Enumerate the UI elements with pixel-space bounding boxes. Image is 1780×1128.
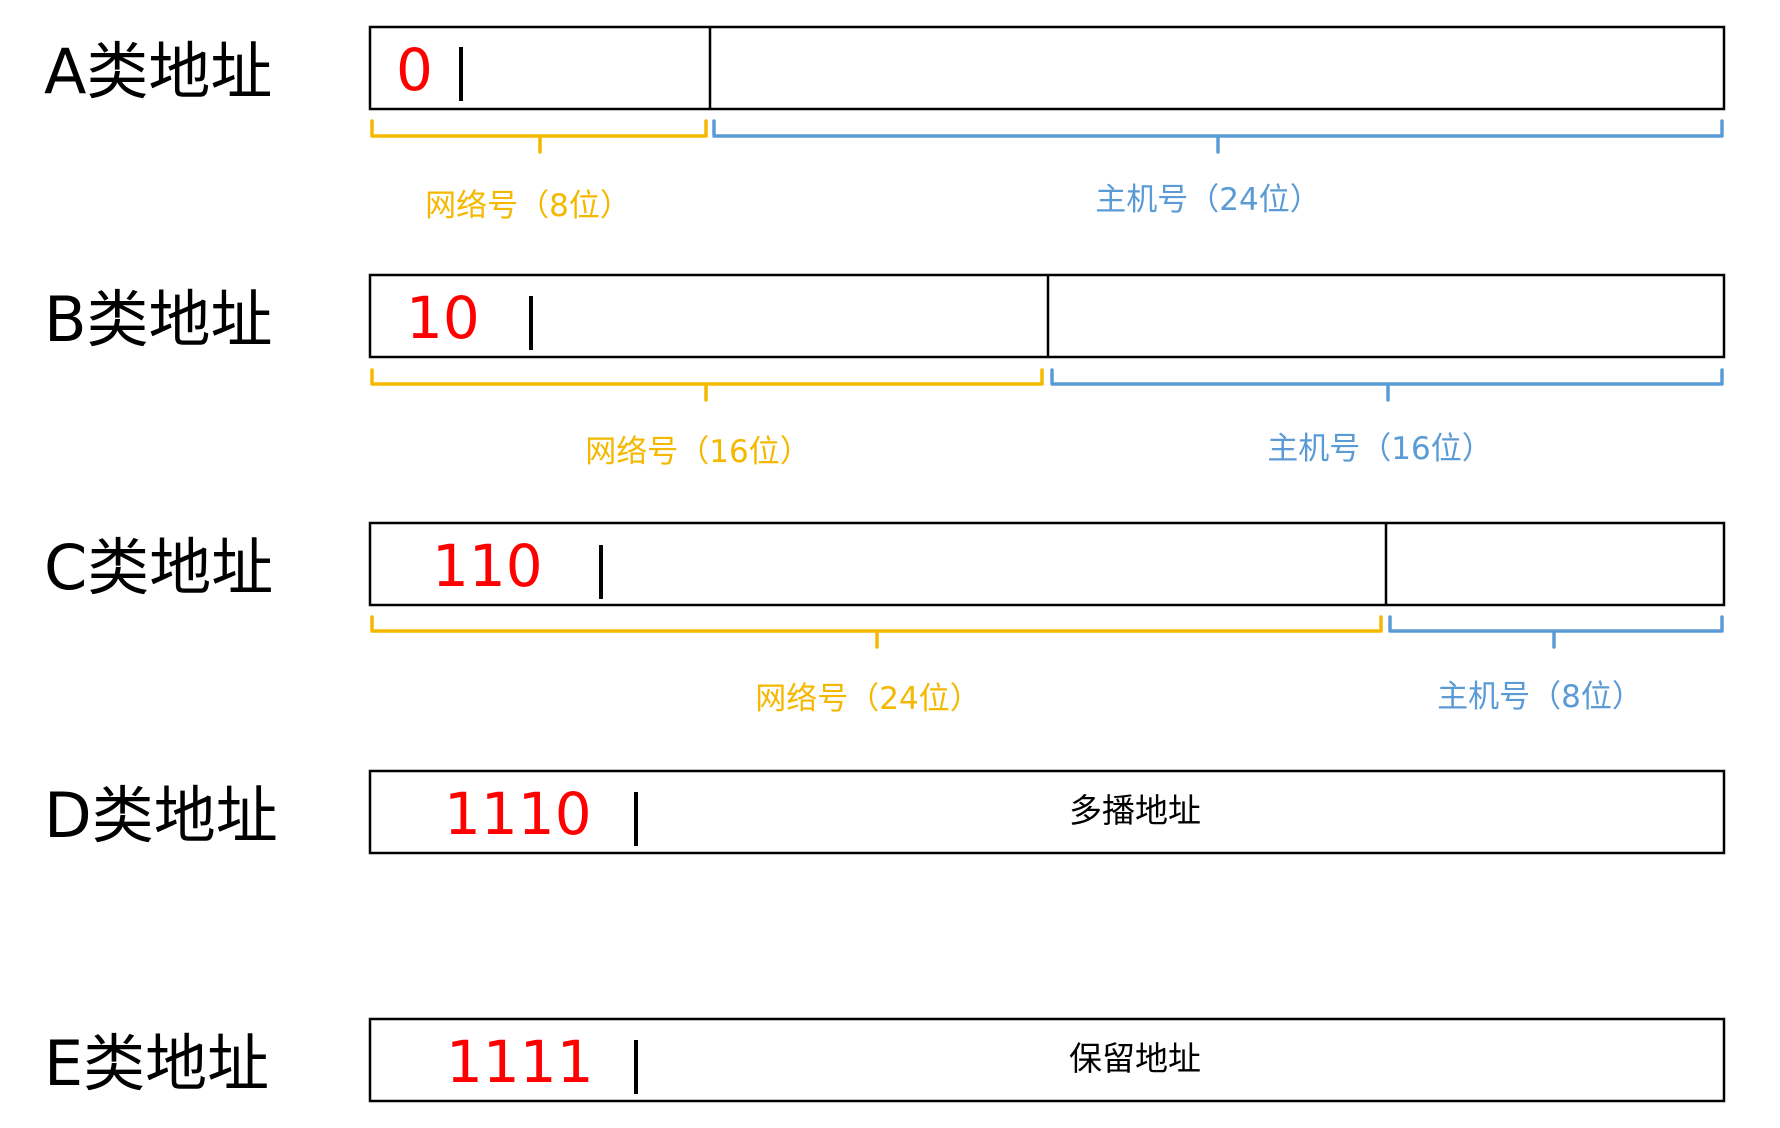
class-c-host-label: 主机号（8位） [1437, 679, 1643, 715]
class-b-host-brace [1050, 368, 1724, 402]
class-e-reserved-label: 保留地址 [1069, 1039, 1201, 1078]
class-d-label: D类地址 [44, 779, 278, 852]
class-e-label: E类地址 [44, 1027, 269, 1100]
class-b-network-label: 网络号（16位） [585, 434, 810, 470]
row-class-b: B类地址 10 网络号（16位） 主机号（16位） [44, 273, 1726, 470]
class-a-host-label: 主机号（24位） [1095, 182, 1320, 218]
row-class-e: E类地址 1111 保留地址 [44, 1017, 1726, 1103]
class-a-prefix-bits: 0 [396, 36, 433, 104]
row-class-d: D类地址 1110 多播地址 [44, 769, 1726, 855]
ip-address-class-diagram: A类地址 0 网络号（8位） 主机号（24位） B类地址 10 网络号（16位）… [44, 25, 1726, 1103]
class-c-prefix-bits: 110 [432, 532, 543, 600]
class-a-network-label: 网络号（8位） [425, 188, 631, 224]
class-a-label: A类地址 [44, 35, 272, 108]
class-e-prefix-bits: 1111 [446, 1028, 594, 1096]
class-a-address-box [368, 25, 1726, 111]
class-c-label: C类地址 [44, 531, 273, 604]
class-d-prefix-bits: 1110 [444, 780, 592, 848]
row-class-c: C类地址 110 网络号（24位） 主机号（8位） [44, 521, 1726, 717]
class-d-multicast-label: 多播地址 [1069, 791, 1201, 830]
class-a-network-brace [370, 119, 708, 154]
class-b-network-brace [370, 368, 1044, 402]
class-c-network-label: 网络号（24位） [755, 681, 980, 717]
class-b-host-label: 主机号（16位） [1267, 431, 1492, 467]
row-class-a: A类地址 0 网络号（8位） 主机号（24位） [44, 25, 1726, 224]
class-a-host-brace [712, 119, 1724, 154]
class-c-network-brace [370, 615, 1383, 649]
class-c-address-box [368, 521, 1726, 607]
class-b-label: B类地址 [44, 283, 273, 356]
class-b-prefix-bits: 10 [406, 284, 480, 352]
class-c-host-brace [1388, 615, 1724, 649]
